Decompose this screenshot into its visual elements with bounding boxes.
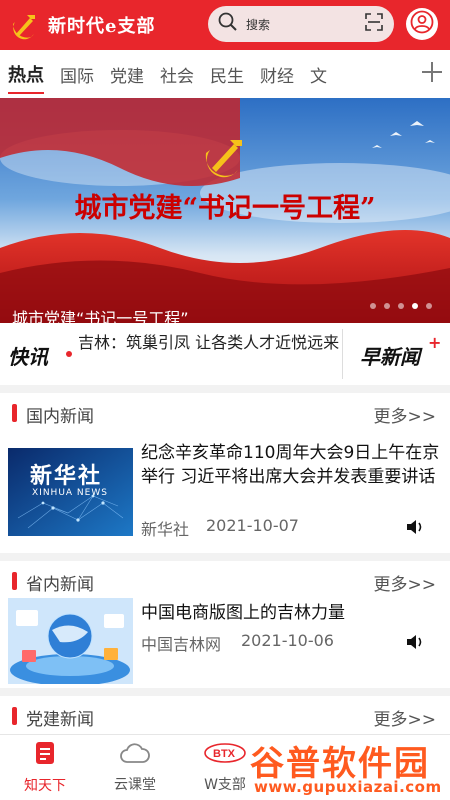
divider (342, 329, 343, 379)
morning-news-plus: + (428, 333, 442, 352)
carousel-dot[interactable] (384, 303, 390, 309)
tab-society[interactable]: 社会 (152, 50, 202, 98)
news-source: 中国吉林网 (141, 635, 222, 654)
section-accent-bar (12, 572, 17, 590)
tab-culture[interactable]: 文 (302, 50, 335, 98)
svg-text:BTX: BTX (213, 748, 236, 760)
scan-icon[interactable] (364, 12, 384, 36)
section-title: 省内新闻 (26, 575, 94, 595)
speaker-icon[interactable] (406, 519, 426, 535)
section-accent-bar (12, 707, 17, 725)
banner-headline: 城市党建“书记一号工程” (74, 193, 376, 224)
section-header: 党建新闻 更多>> (0, 696, 450, 736)
tab-international[interactable]: 国际 (52, 50, 102, 98)
party-emblem-icon (8, 8, 42, 42)
add-tab-button[interactable] (414, 50, 450, 98)
nav-item-cloud-class[interactable]: 云课堂 (90, 735, 180, 800)
news-doc-icon (34, 741, 56, 769)
category-tabs: 热点 国际 党建 社会 民生 财经 文 (0, 50, 450, 98)
news-title[interactable]: 中国电商版图上的吉林力量 (141, 601, 441, 625)
carousel-dot[interactable] (370, 303, 376, 309)
tab-hot[interactable]: 热点 (0, 50, 52, 98)
plus-icon (421, 61, 443, 87)
morning-news-button[interactable]: 早新闻 (360, 341, 420, 370)
section-title: 国内新闻 (26, 407, 94, 427)
party-news-section: 党建新闻 更多>> (0, 696, 450, 736)
search-placeholder: 搜索 (246, 17, 271, 32)
thumbnail-brand-text: 新华社 (30, 464, 103, 489)
site-watermark: 谷普软件园 www.gupuxiazai.com (236, 734, 450, 800)
news-title[interactable]: 纪念辛亥革命110周年大会9日上午在京举行 习近平将出席大会并发表重要讲话 (141, 441, 441, 489)
nav-label: 云课堂 (114, 777, 156, 793)
carousel-dot-active[interactable] (412, 303, 418, 309)
section-header: 省内新闻 更多>> (0, 561, 450, 601)
carousel-dot[interactable] (398, 303, 404, 309)
watermark-url: www.gupuxiazai.com (254, 778, 442, 796)
news-date: 2021-10-06 (241, 631, 334, 650)
tab-livelihood[interactable]: 民生 (202, 50, 252, 98)
nav-item-news[interactable]: 知天下 (0, 735, 90, 800)
flash-label: 快讯 (8, 345, 48, 369)
divider (0, 385, 450, 393)
section-title: 党建新闻 (26, 710, 94, 730)
tab-finance[interactable]: 财经 (252, 50, 302, 98)
more-link[interactable]: 更多>> (374, 570, 437, 595)
cloud-icon (120, 742, 150, 768)
tab-party-building[interactable]: 党建 (102, 50, 152, 98)
news-item[interactable]: 中国电商版图上的吉林力量 中国吉林网 2021-10-06 (0, 598, 450, 688)
carousel-indicator (370, 303, 432, 309)
user-avatar-button[interactable] (406, 8, 438, 40)
divider (0, 688, 450, 696)
search-icon (218, 12, 238, 36)
domestic-news-section: 国内新闻 更多>> 新华社 XINHUA NEWS 纪念辛亥革命110周年大会9… (0, 393, 450, 553)
news-date: 2021-10-07 (206, 516, 299, 535)
app-title: 新时代e支部 (48, 16, 156, 37)
provincial-news-section: 省内新闻 更多>> 中国电商版图上的吉林力量 中国吉林网 2021-10-06 (0, 561, 450, 688)
flash-bullet (66, 351, 72, 357)
app-header: 新时代e支部 搜索 (0, 0, 450, 50)
nav-label: 知天下 (24, 778, 66, 794)
thumbnail-brand-subtext: XINHUA NEWS (32, 488, 108, 498)
news-thumbnail (8, 598, 133, 684)
divider (0, 553, 450, 561)
user-icon (410, 10, 434, 38)
section-header: 国内新闻 更多>> (0, 393, 450, 433)
more-link[interactable]: 更多>> (374, 705, 437, 730)
flash-headline[interactable]: 吉林：筑巢引凤 让各类人才近悦远来 (78, 332, 340, 354)
flash-news-bar: 快讯 吉林：筑巢引凤 让各类人才近悦远来 早新闻 + (0, 323, 450, 385)
news-thumbnail: 新华社 XINHUA NEWS (8, 448, 133, 536)
carousel-dot[interactable] (426, 303, 432, 309)
more-link[interactable]: 更多>> (374, 402, 437, 427)
section-accent-bar (12, 404, 17, 422)
banner-caption: 城市党建“书记一号工程” (12, 309, 189, 323)
search-input[interactable]: 搜索 (208, 6, 394, 42)
news-item[interactable]: 新华社 XINHUA NEWS 纪念辛亥革命110周年大会9日上午在京举行 习近… (0, 433, 450, 543)
speaker-icon[interactable] (406, 634, 426, 650)
news-source: 新华社 (141, 520, 190, 539)
